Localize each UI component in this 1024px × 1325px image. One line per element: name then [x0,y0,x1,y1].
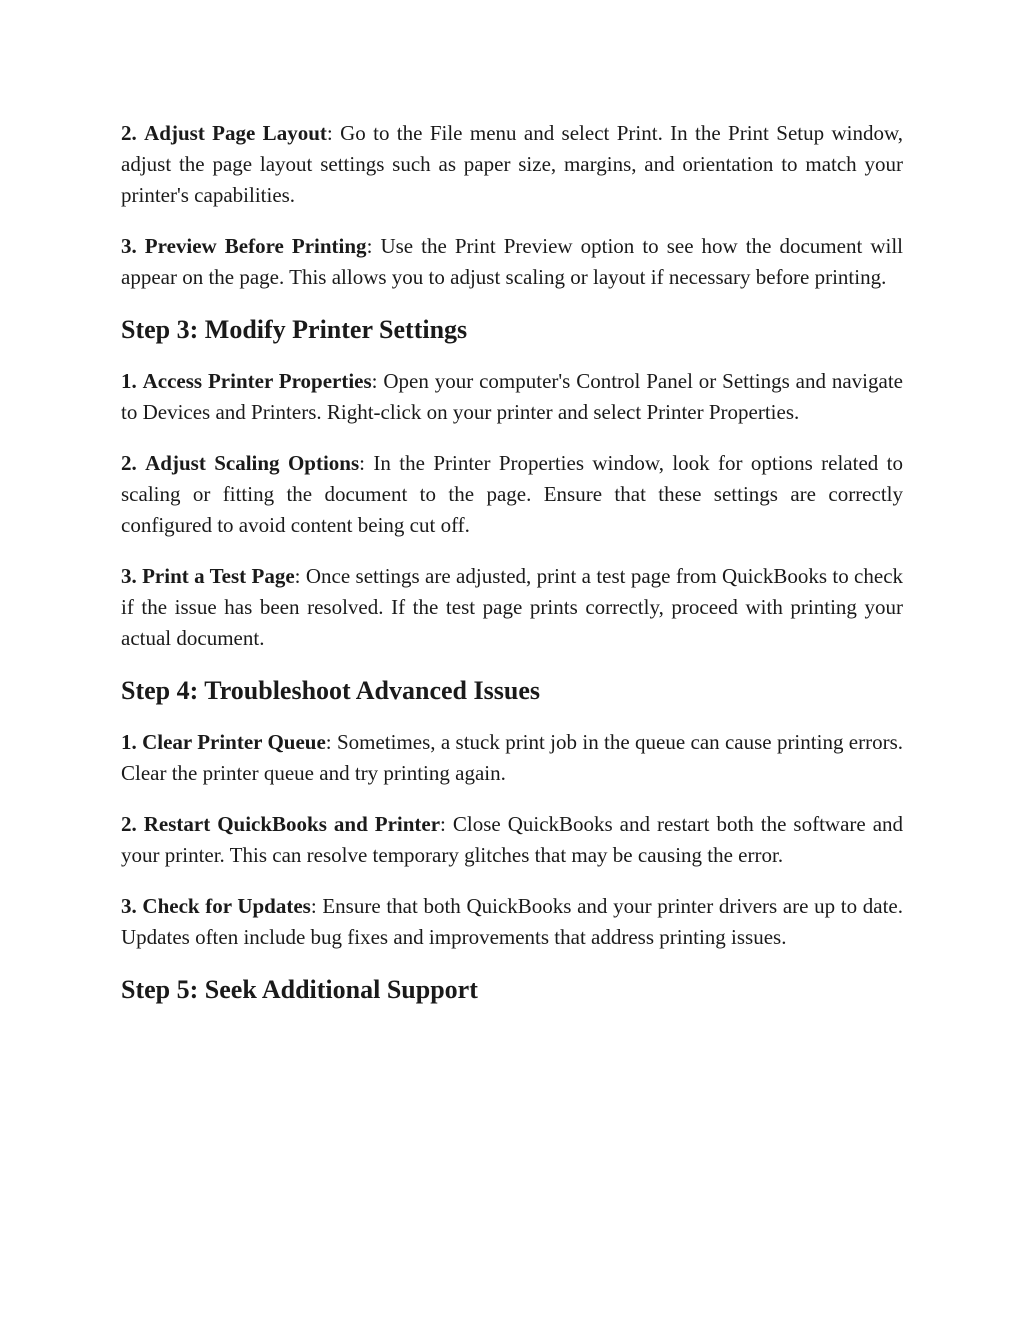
item-separator: : [359,451,374,475]
item-title: Print a Test Page [142,564,295,588]
section-heading-step-4: Step 4: Troubleshoot Advanced Issues [121,676,540,705]
document-page: 2. Adjust Page Layout: Go to the File me… [121,118,903,1026]
item-number: 3. [121,564,137,588]
item-title: Adjust Page Layout [144,121,327,145]
item-number: 3. [121,234,137,258]
list-item-restart-quickbooks-printer: 2. Restart QuickBooks and Printer: Close… [121,809,903,871]
list-item-print-test-page: 3. Print a Test Page: Once settings are … [121,561,903,654]
list-item-check-for-updates: 3. Check for Updates: Ensure that both Q… [121,891,903,953]
item-number: 3. [121,894,137,918]
list-item-adjust-scaling-options: 2. Adjust Scaling Options: In the Printe… [121,448,903,541]
item-title: Access Printer Properties [142,369,372,393]
list-item-access-printer-properties: 1. Access Printer Properties: Open your … [121,366,903,428]
item-separator: : [371,369,384,393]
item-title: Clear Printer Queue [142,730,326,754]
item-number: 1. [121,730,137,754]
item-title: Preview Before Printing [144,234,367,258]
item-separator: : [440,812,453,836]
item-number: 2. [121,812,137,836]
item-number: 2. [121,121,137,145]
item-title: Restart QuickBooks and Printer [143,812,441,836]
item-separator: : [294,564,306,588]
section-heading-step-5: Step 5: Seek Additional Support [121,975,478,1004]
list-item-adjust-page-layout: 2. Adjust Page Layout: Go to the File me… [121,118,903,211]
section-heading-step-3: Step 3: Modify Printer Settings [121,315,468,344]
item-separator: : [326,121,341,145]
item-number: 2. [121,451,137,475]
item-separator: : [310,894,323,918]
item-title: Check for Updates [142,894,311,918]
item-separator: : [325,730,337,754]
item-title: Adjust Scaling Options [145,451,360,475]
item-separator: : [366,234,381,258]
list-item-preview-before-printing: 3. Preview Before Printing: Use the Prin… [121,231,903,293]
item-number: 1. [121,369,137,393]
list-item-clear-printer-queue: 1. Clear Printer Queue: Sometimes, a stu… [121,727,903,789]
